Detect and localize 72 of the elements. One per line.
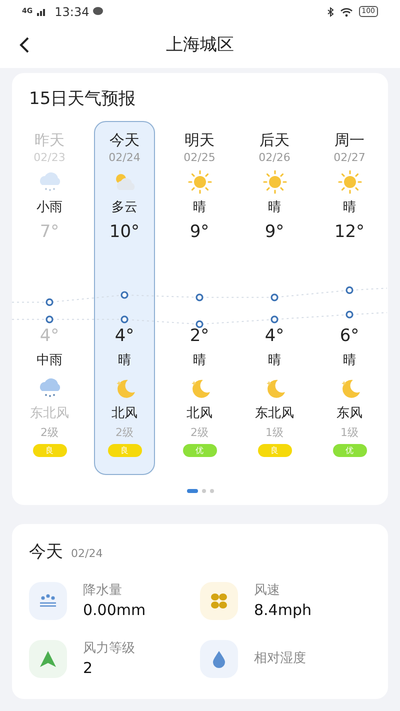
low-temperature: 2°	[190, 324, 210, 348]
page-title: 上海城区	[166, 34, 234, 57]
stat-label: 风速	[254, 582, 281, 600]
date-label: 02/26	[258, 150, 290, 166]
stat-value: 8.4mph	[254, 600, 312, 620]
air-quality-badge: 良	[32, 444, 66, 456]
stat-value: 0.00mm	[83, 600, 146, 620]
high-temperature: 12°	[334, 220, 365, 244]
day-condition: 晴	[193, 198, 206, 216]
air-quality-badge: 良	[258, 444, 292, 456]
high-temperature: 7°	[40, 220, 60, 244]
day-condition: 晴	[268, 198, 281, 216]
stat-label: 降水量	[83, 582, 123, 600]
low-temperature: 4°	[264, 324, 284, 348]
sun-icon	[336, 168, 362, 194]
air-quality-badge: 良	[108, 444, 142, 456]
sun-icon	[186, 168, 212, 194]
night-condition: 中雨	[36, 352, 62, 370]
wind-direction: 北风	[112, 404, 138, 422]
low-temperature: 6°	[340, 324, 360, 348]
day-condition: 多云	[112, 198, 138, 216]
day-condition: 晴	[343, 198, 356, 216]
night-condition: 晴	[118, 352, 131, 370]
back-icon	[18, 36, 30, 54]
bluetooth-icon	[326, 6, 334, 16]
navigation-arrow-icon	[39, 650, 57, 668]
water-drops-icon	[38, 592, 58, 608]
night-condition: 晴	[343, 352, 356, 370]
high-temperature: 9°	[190, 220, 210, 244]
status-time: 13:34	[54, 4, 90, 20]
wifi-icon	[340, 6, 353, 16]
wind-level: 2级	[116, 424, 134, 440]
low-temperature: 4°	[114, 324, 134, 348]
date-label: 02/27	[334, 150, 366, 166]
night-condition: 晴	[268, 352, 281, 370]
signal-icon	[36, 8, 47, 16]
night-condition: 晴	[193, 352, 206, 370]
forecast-title: 15日天气预报	[29, 88, 136, 111]
date-label: 02/25	[184, 150, 216, 166]
droplet-icon	[211, 650, 227, 668]
high-temperature: 9°	[264, 220, 284, 244]
today-date: 02/24	[71, 546, 103, 562]
wind-level: 2级	[190, 424, 208, 440]
day-condition: 小雨	[36, 198, 62, 216]
wind-level: 1级	[266, 424, 284, 440]
day-label: 周一	[334, 130, 364, 150]
wind-direction: 北风	[186, 404, 212, 422]
wind-direction: 东北风	[255, 404, 294, 422]
stat-label: 风力等级	[83, 640, 135, 658]
day-column[interactable]: 今天 02/24 多云 10° 4° 晴 北风 2级 良	[94, 120, 155, 474]
today-title: 今天	[29, 541, 63, 564]
low-temperature: 4°	[40, 324, 60, 348]
day-label: 昨天	[34, 130, 64, 150]
day-label: 明天	[184, 130, 214, 150]
wind-direction: 东风	[336, 404, 362, 422]
date-label: 02/24	[108, 150, 140, 166]
sun-icon	[262, 168, 288, 194]
wind-direction: 东北风	[30, 404, 69, 422]
day-column[interactable]: 明天 02/25 晴 9° 2° 晴 北风 2级 优	[169, 120, 230, 474]
wind-level: 1级	[340, 424, 358, 440]
high-temperature: 10°	[109, 220, 140, 244]
day-label: 今天	[110, 130, 140, 150]
stat-value: 2	[83, 658, 94, 678]
fan-icon	[209, 590, 229, 610]
air-quality-badge: 优	[182, 444, 216, 456]
wind-level: 2级	[40, 424, 58, 440]
stat-label: 相对湿度	[254, 650, 306, 668]
day-label: 后天	[260, 130, 290, 150]
day-column[interactable]: 周一 02/27 晴 12° 6° 晴 东风 1级 优	[319, 120, 380, 474]
day-column[interactable]: 后天 02/26 晴 9° 4° 晴 东北风 1级 良	[244, 120, 305, 474]
air-quality-badge: 优	[332, 444, 366, 456]
page-indicator[interactable]	[186, 488, 198, 492]
